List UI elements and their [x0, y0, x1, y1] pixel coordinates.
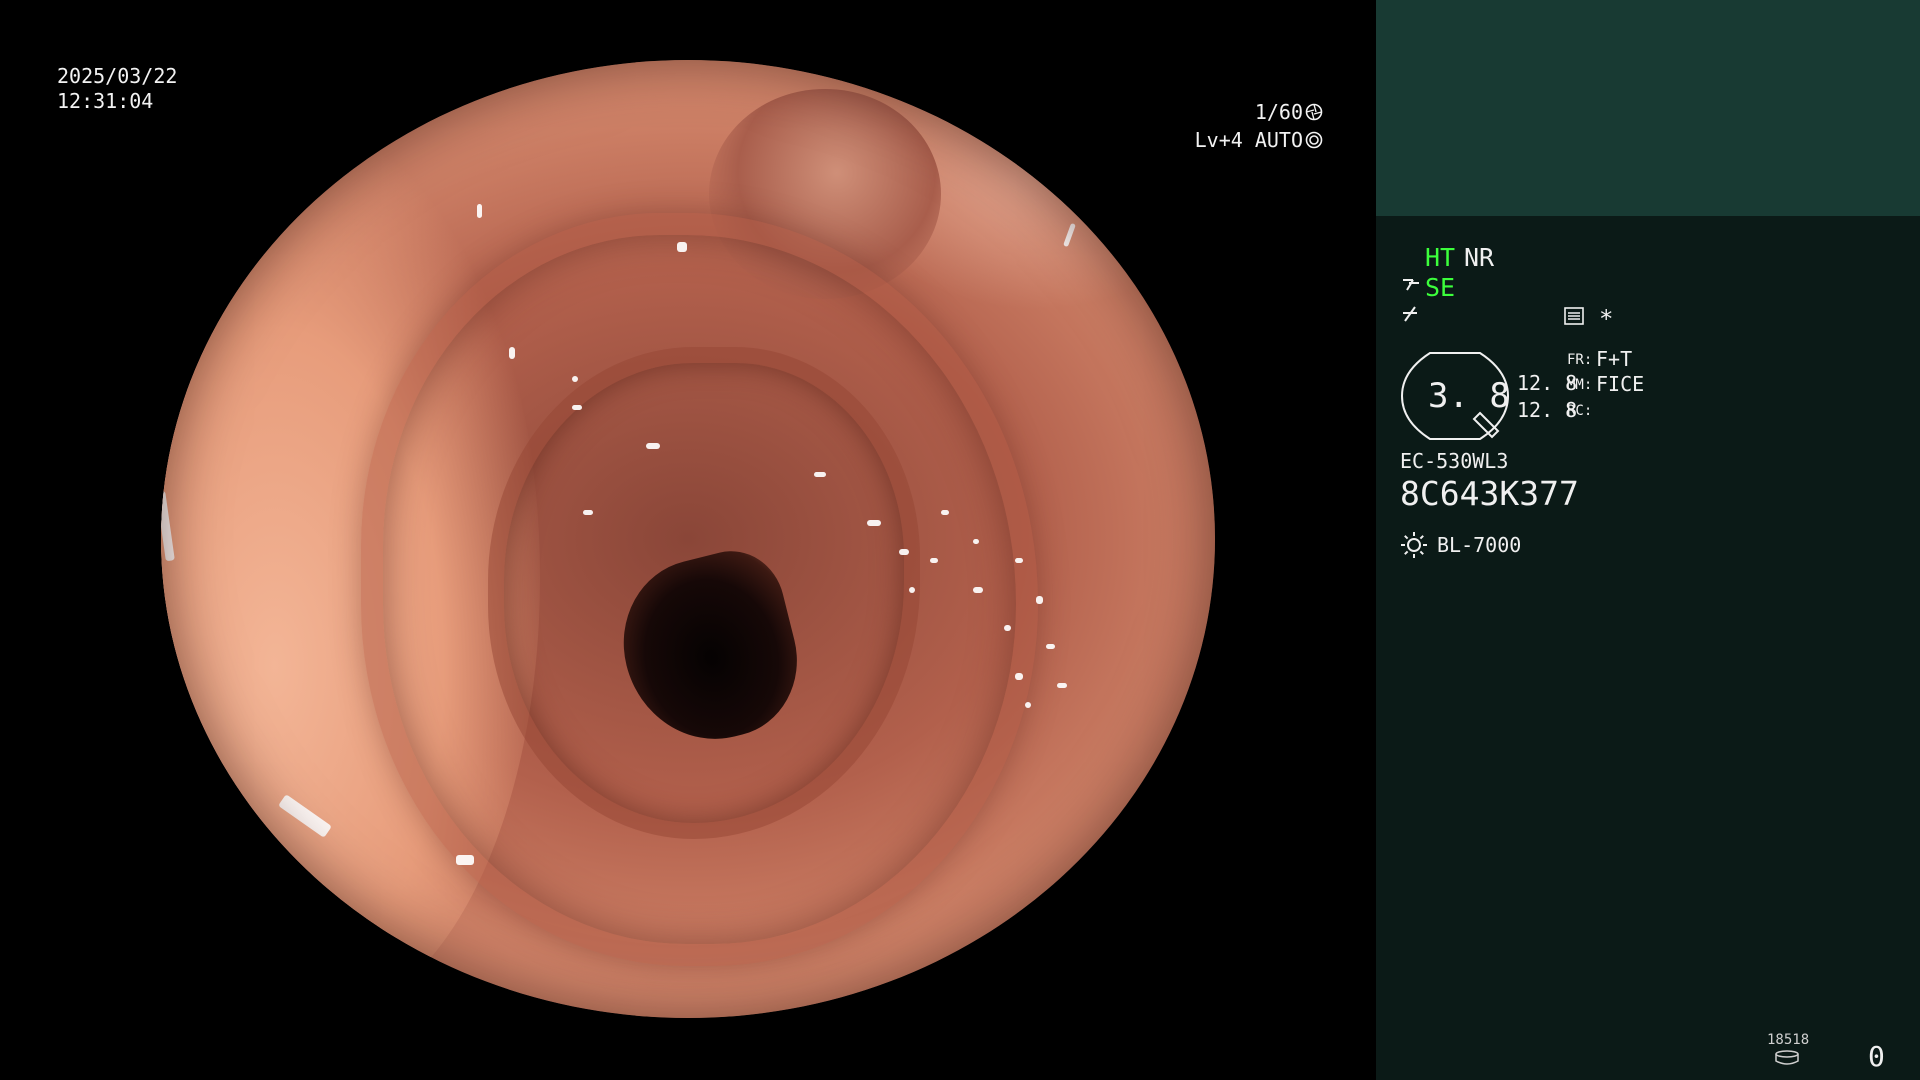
mm-value: FICE	[1596, 372, 1645, 396]
exam-date: 2025/03/22	[57, 64, 178, 88]
aperture-icon	[1305, 103, 1323, 121]
shutter-speed-row: 1/60	[1255, 99, 1323, 125]
light-ring-icon	[1305, 131, 1323, 149]
rc-key: RC:	[1567, 403, 1593, 419]
ht-indicator: HT	[1425, 243, 1456, 272]
light-source-icon	[1400, 531, 1428, 563]
panel-header-area	[1376, 0, 1920, 216]
storage-disk-icon	[1775, 1050, 1799, 1065]
lens-vignette	[161, 60, 1215, 1018]
status-info-panel: HT NR SE * 3. 8 12. 8 12. 8 FR: F+T MM: …	[1376, 0, 1920, 1080]
fr-key: FR:	[1567, 352, 1593, 368]
nr-indicator: NR	[1464, 243, 1495, 272]
record-memo-icon	[1563, 306, 1585, 330]
fr-value: F+T	[1596, 347, 1633, 371]
endoscopic-video-view	[161, 60, 1215, 1018]
se-indicator: SE	[1425, 273, 1456, 302]
scope-model: EC-530WL3	[1400, 449, 1509, 473]
light-level-row: Lv+4 AUTO	[1195, 127, 1323, 153]
zoom-value: 3. 8	[1428, 376, 1510, 416]
edge-enhance-icon	[1401, 304, 1423, 330]
star-indicator: *	[1599, 305, 1614, 333]
structure-enhance-icon	[1401, 274, 1423, 300]
exam-time: 12:31:04	[57, 89, 154, 113]
image-count-small: 18518	[1767, 1032, 1810, 1048]
capture-counter: 0	[1868, 1040, 1885, 1073]
light-level: Lv+4 AUTO	[1194, 128, 1303, 152]
mm-key: MM:	[1567, 377, 1593, 393]
shutter-speed: 1/60	[1254, 100, 1303, 124]
light-source-model: BL-7000	[1437, 533, 1522, 557]
scope-serial: 8C643K377	[1400, 474, 1579, 513]
endoscope-monitor-screen: 2025/03/22 12:31:04 1/60 Lv+4 AUTO HT NR…	[0, 0, 1920, 1080]
